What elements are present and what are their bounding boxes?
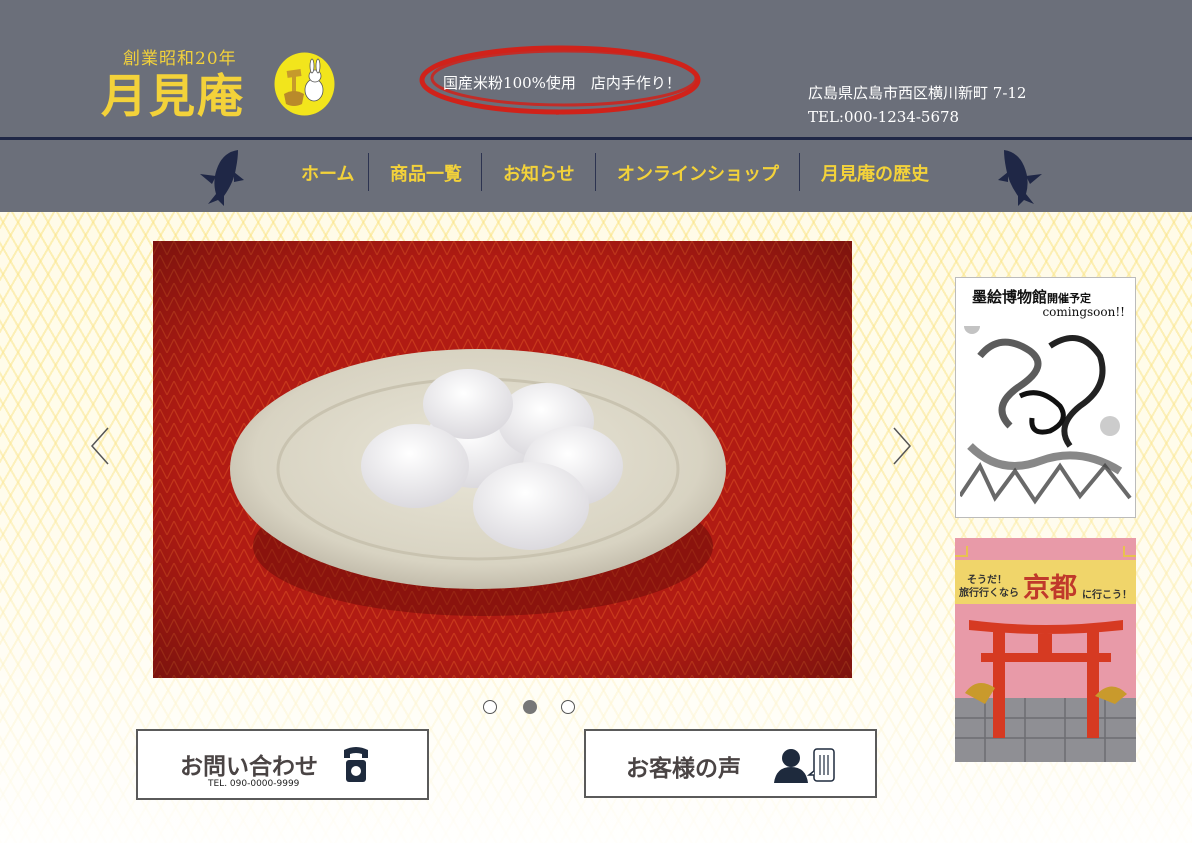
header-divider	[0, 137, 1192, 140]
rabbit-mochi-pounding-icon[interactable]	[274, 52, 335, 116]
contact-button[interactable]: お問い合わせ TEL. 090-0000-9999	[136, 729, 429, 800]
customer-voice-label: お客様の声	[626, 755, 741, 782]
museum-note: comingsoon!!	[1042, 305, 1125, 319]
customer-voice-button[interactable]: お客様の声	[584, 729, 877, 798]
address-line: 広島県広島市西区横川新町 7-12	[808, 84, 1027, 102]
person-speech-icon	[774, 748, 835, 783]
museum-banner[interactable]: 墨絵博物館開催予定 comingsoon!!	[955, 277, 1136, 518]
kyoto-travel-banner[interactable]: そうだ！ 旅行行くなら 京都 に行こう！	[955, 538, 1136, 762]
tagline-badge: 国産米粉100%使用 店内手作り！	[416, 42, 708, 120]
nav-separator	[595, 153, 596, 191]
nav-products[interactable]: 商品一覧	[390, 158, 462, 192]
kyoto-intro: そうだ！ 旅行行くなら	[959, 575, 1019, 599]
main-nav: ホーム 商品一覧 お知らせ オンラインショップ 月見庵の歴史	[0, 146, 1192, 204]
kyoto-city: 京都	[1023, 573, 1077, 604]
nav-history[interactable]: 月見庵の歴史	[821, 158, 929, 192]
kyoto-outro: に行こう！	[1082, 590, 1132, 601]
slider-dot-2-active[interactable]	[523, 700, 537, 714]
brand-name[interactable]: 月見庵	[101, 60, 245, 126]
store-address: 広島県広島市西区横川新町 7-12 TEL:000-1234-5678	[808, 81, 1026, 129]
contact-phone: TEL. 090-0000-9999	[208, 779, 300, 789]
tagline-text: 国産米粉100%使用 店内手作り！	[443, 74, 681, 92]
nav-online-shop[interactable]: オンラインショップ	[617, 158, 779, 192]
slider-dot-1[interactable]	[483, 700, 497, 714]
nav-home[interactable]: ホーム	[301, 158, 354, 192]
chevron-left-icon[interactable]	[88, 426, 112, 466]
nav-separator	[368, 153, 369, 191]
chevron-right-icon[interactable]	[890, 426, 914, 466]
nav-separator	[799, 153, 800, 191]
museum-title: 墨絵博物館開催予定	[972, 288, 1092, 306]
nav-separator	[481, 153, 482, 191]
ink-dragon-illustration	[960, 326, 1132, 505]
nav-news[interactable]: お知らせ	[503, 158, 575, 192]
contact-label: お問い合わせ	[180, 753, 318, 780]
hero-slider-image[interactable]	[153, 241, 852, 678]
telephone-icon	[344, 747, 368, 782]
phone-number: TEL:000-1234-5678	[808, 108, 960, 126]
slider-dot-3[interactable]	[561, 700, 575, 714]
